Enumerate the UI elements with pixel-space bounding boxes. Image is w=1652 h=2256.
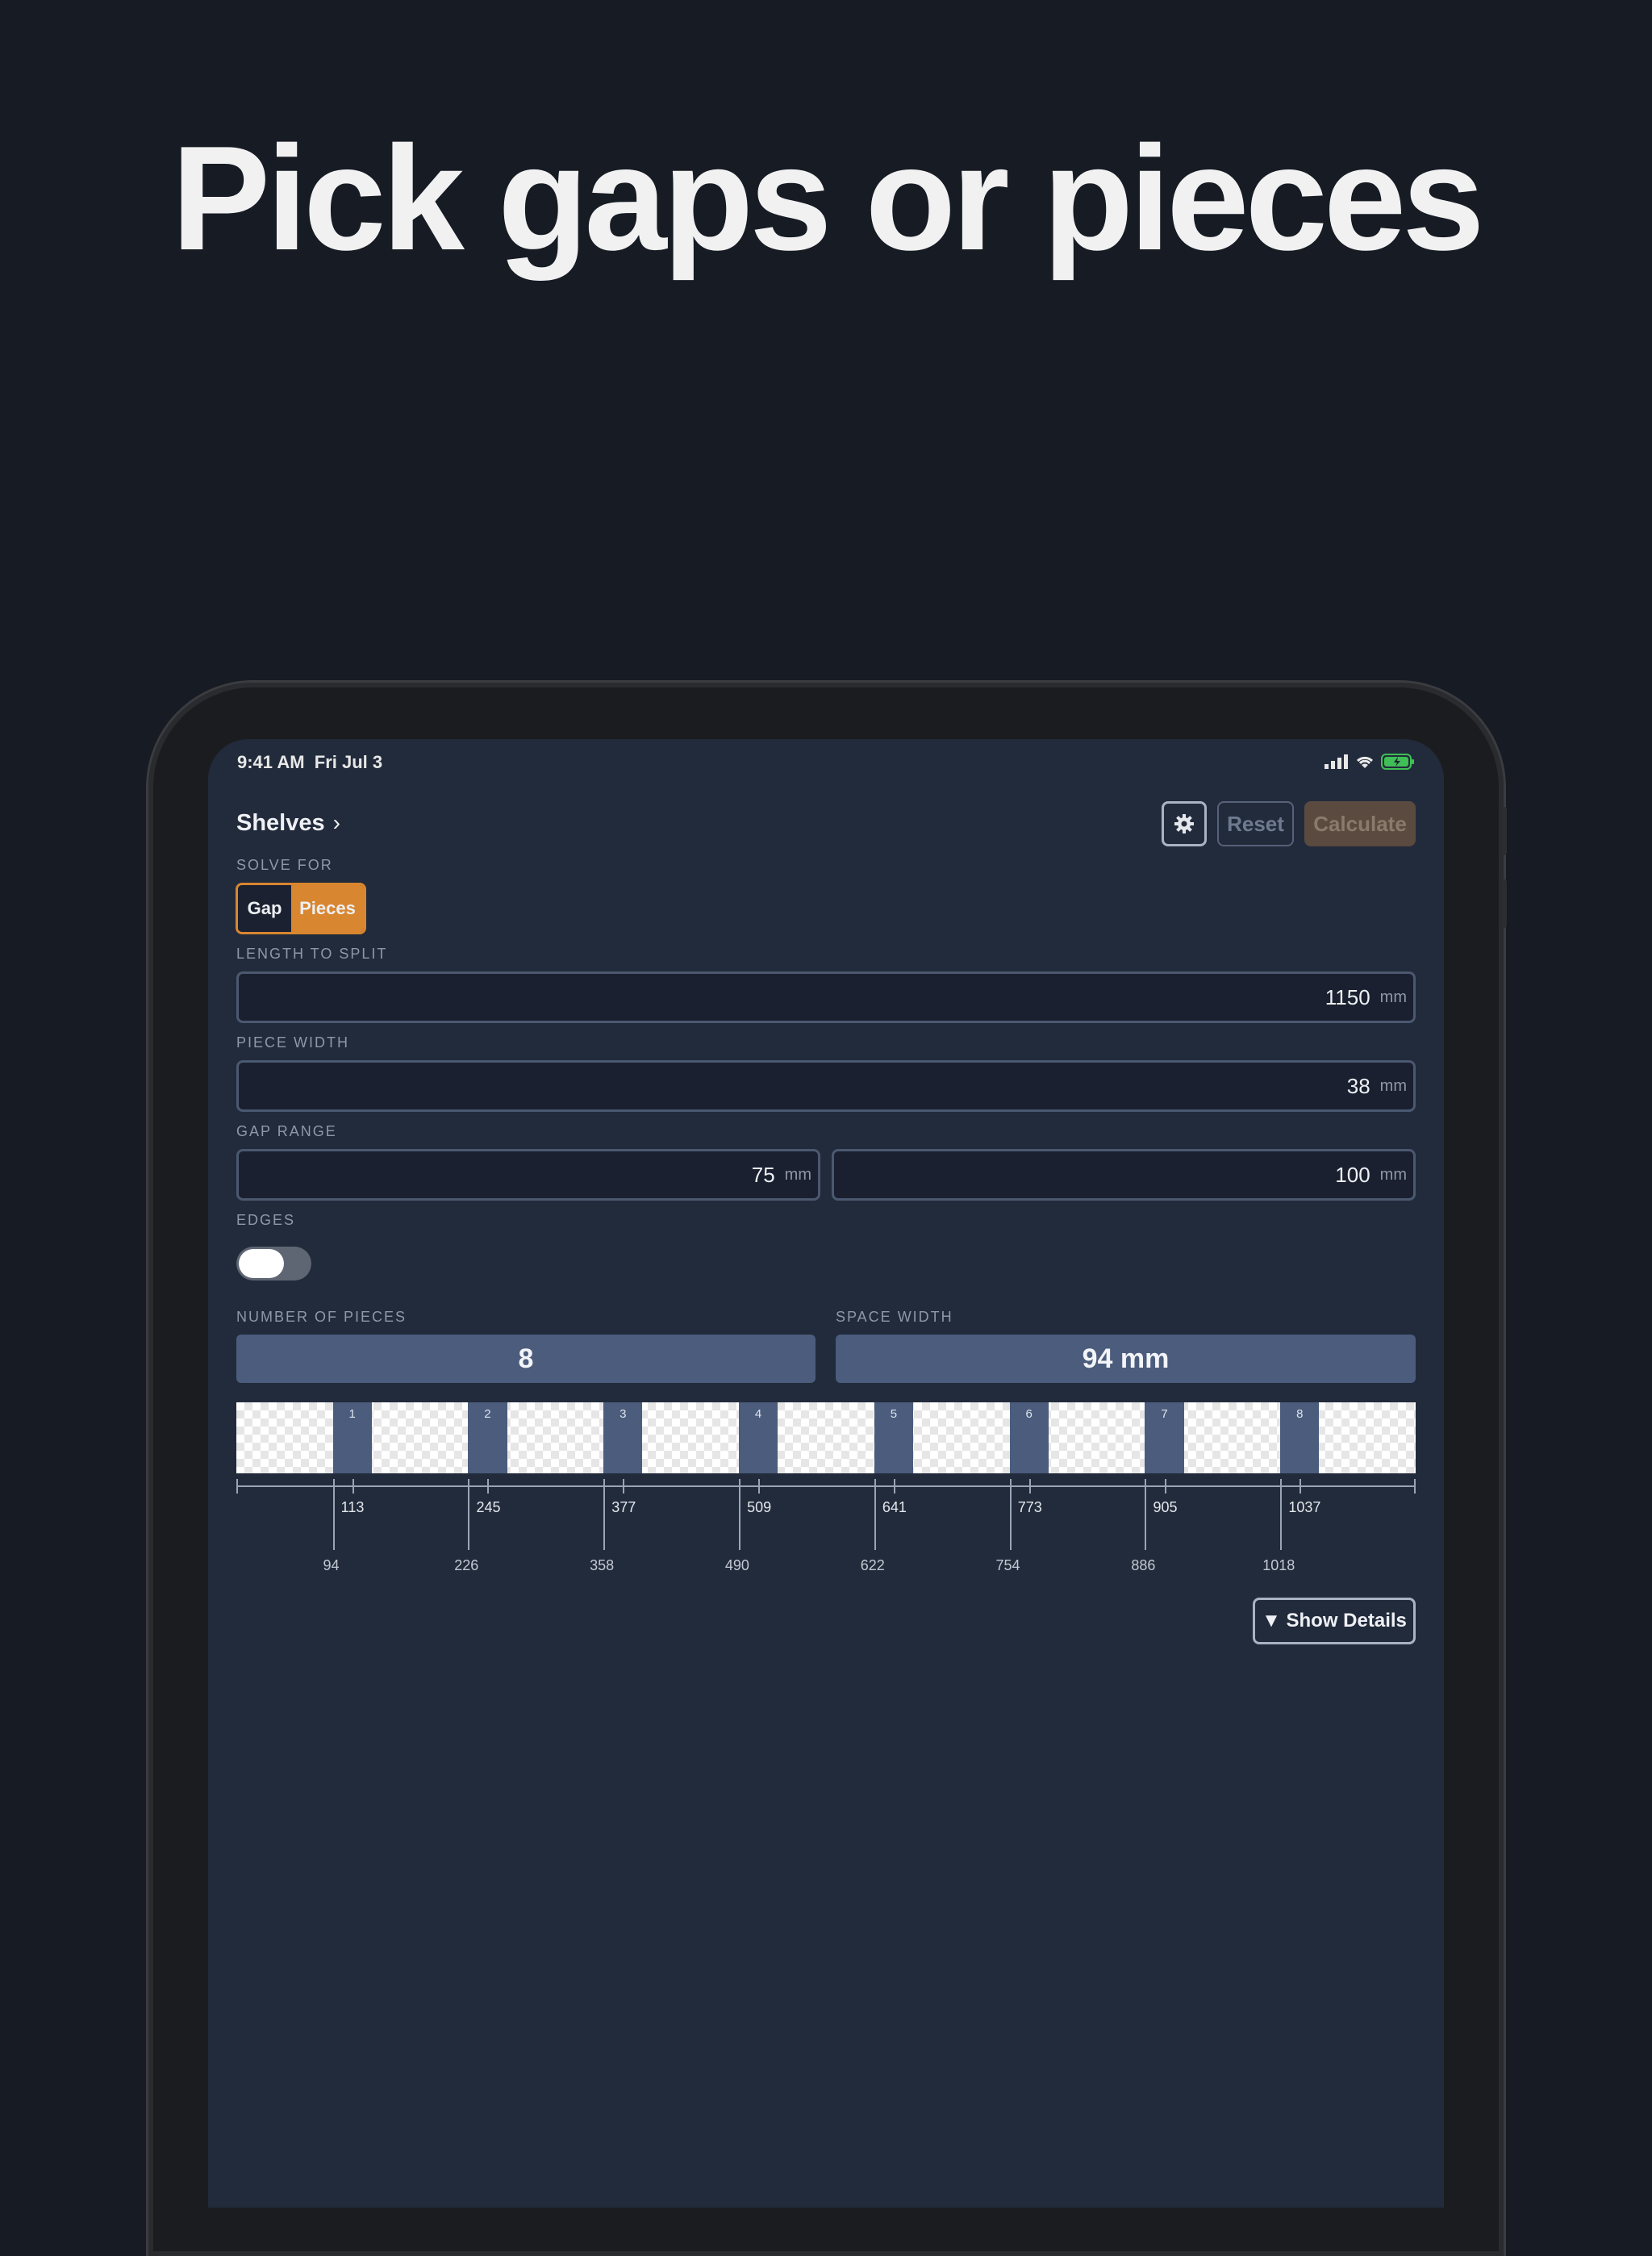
space-width-label: SPACE WIDTH — [836, 1309, 953, 1325]
ruler-line — [236, 1485, 1416, 1487]
piece-start-tick — [332, 1479, 335, 1550]
length-value: 1150 — [1325, 984, 1370, 1009]
settings-button[interactable] — [1162, 801, 1207, 846]
piece-start-label: 94 — [323, 1557, 340, 1573]
piece-block: 1 — [332, 1402, 372, 1473]
gap-range-label: GAP RANGE — [236, 1123, 337, 1139]
piece-center-label: 641 — [882, 1499, 907, 1515]
piece-block: 2 — [468, 1402, 507, 1473]
ruler-end-tick — [236, 1479, 238, 1494]
piece-center-tick — [352, 1479, 354, 1494]
edges-label: EDGES — [236, 1212, 296, 1228]
toggle-knob — [239, 1249, 284, 1278]
gap-min-field[interactable]: 75 mm — [236, 1149, 820, 1201]
piece-start-label: 754 — [995, 1557, 1020, 1573]
volume-button — [1502, 807, 1507, 855]
piece-center-label: 509 — [747, 1499, 772, 1515]
piece-start-label: 490 — [724, 1557, 749, 1573]
solve-for-segmented-control[interactable]: Gap Pieces — [236, 883, 366, 934]
app-screen: 9:41 AM Fri Jul 3 Shelves › Reset Calcul… — [208, 739, 1444, 2208]
piece-start-tick — [738, 1479, 740, 1550]
gap-min-unit: mm — [784, 1165, 811, 1184]
segment-gap[interactable]: Gap — [238, 885, 291, 932]
piece-block: 8 — [1280, 1402, 1320, 1473]
piece-block: 3 — [603, 1402, 643, 1473]
piece-center-tick — [1028, 1479, 1031, 1494]
piece-width-field[interactable]: 38 mm — [236, 1060, 1416, 1112]
length-field[interactable]: 1150 mm — [236, 971, 1416, 1023]
gap-max-value: 100 — [1335, 1162, 1370, 1187]
piece-width-value: 38 — [1346, 1073, 1370, 1098]
piece-block: 4 — [738, 1402, 778, 1473]
signal-icon — [1325, 754, 1348, 769]
gap-min-value: 75 — [751, 1162, 775, 1187]
piece-start-label: 1018 — [1262, 1557, 1295, 1573]
volume-button — [1502, 879, 1507, 928]
piece-center-label: 113 — [340, 1499, 365, 1515]
piece-center-tick — [623, 1479, 625, 1494]
project-title[interactable]: Shelves › — [236, 810, 340, 837]
piece-start-tick — [874, 1479, 876, 1550]
piece-center-tick — [487, 1479, 490, 1494]
length-label: LENGTH TO SPLIT — [236, 946, 388, 962]
solve-for-label: SOLVE FOR — [236, 857, 333, 873]
piece-start-label: 886 — [1131, 1557, 1156, 1573]
piece-block: 6 — [1009, 1402, 1049, 1473]
piece-center-label: 245 — [476, 1499, 501, 1515]
wifi-icon — [1356, 756, 1374, 768]
piece-center-tick — [758, 1479, 761, 1494]
show-details-button[interactable]: ▼ Show Details — [1253, 1598, 1416, 1644]
piece-start-tick — [1145, 1479, 1147, 1550]
gap-max-unit: mm — [1379, 1165, 1407, 1184]
calculate-button[interactable]: Calculate — [1304, 801, 1416, 846]
piece-start-tick — [1280, 1479, 1283, 1550]
piece-center-tick — [1164, 1479, 1166, 1494]
status-icons — [1325, 752, 1415, 771]
ruler-end-tick — [1414, 1479, 1416, 1494]
piece-width-unit: mm — [1379, 1076, 1407, 1095]
edges-toggle[interactable] — [236, 1247, 311, 1280]
piece-start-tick — [468, 1479, 470, 1550]
layout-preview-bar: 1 2 3 4 5 6 7 8 — [236, 1402, 1416, 1473]
piece-center-label: 773 — [1017, 1499, 1042, 1515]
status-bar-time: 9:41 AM Fri Jul 3 — [237, 752, 383, 772]
number-of-pieces-value: 8 — [236, 1335, 816, 1383]
piece-center-label: 1037 — [1288, 1499, 1321, 1515]
gap-max-field[interactable]: 100 mm — [832, 1149, 1416, 1201]
piece-width-label: PIECE WIDTH — [236, 1034, 350, 1051]
piece-center-label: 905 — [1153, 1499, 1178, 1515]
piece-center-tick — [1299, 1479, 1302, 1494]
space-width-value: 94 mm — [836, 1335, 1416, 1383]
piece-start-tick — [603, 1479, 606, 1550]
headline: Pick gaps or pieces — [171, 115, 1484, 281]
piece-block: 5 — [874, 1402, 914, 1473]
piece-start-label: 358 — [590, 1557, 615, 1573]
segment-pieces[interactable]: Pieces — [291, 885, 364, 932]
piece-start-label: 226 — [454, 1557, 479, 1573]
chevron-right-icon: › — [332, 810, 340, 835]
length-unit: mm — [1379, 988, 1407, 1006]
piece-center-tick — [893, 1479, 895, 1494]
piece-start-label: 622 — [860, 1557, 885, 1573]
piece-block: 7 — [1145, 1402, 1184, 1473]
battery-icon — [1381, 754, 1414, 770]
gear-icon — [1174, 814, 1194, 833]
piece-center-label: 377 — [611, 1499, 636, 1515]
piece-start-tick — [1009, 1479, 1012, 1550]
number-of-pieces-label: NUMBER OF PIECES — [236, 1309, 407, 1325]
reset-button[interactable]: Reset — [1217, 801, 1294, 846]
